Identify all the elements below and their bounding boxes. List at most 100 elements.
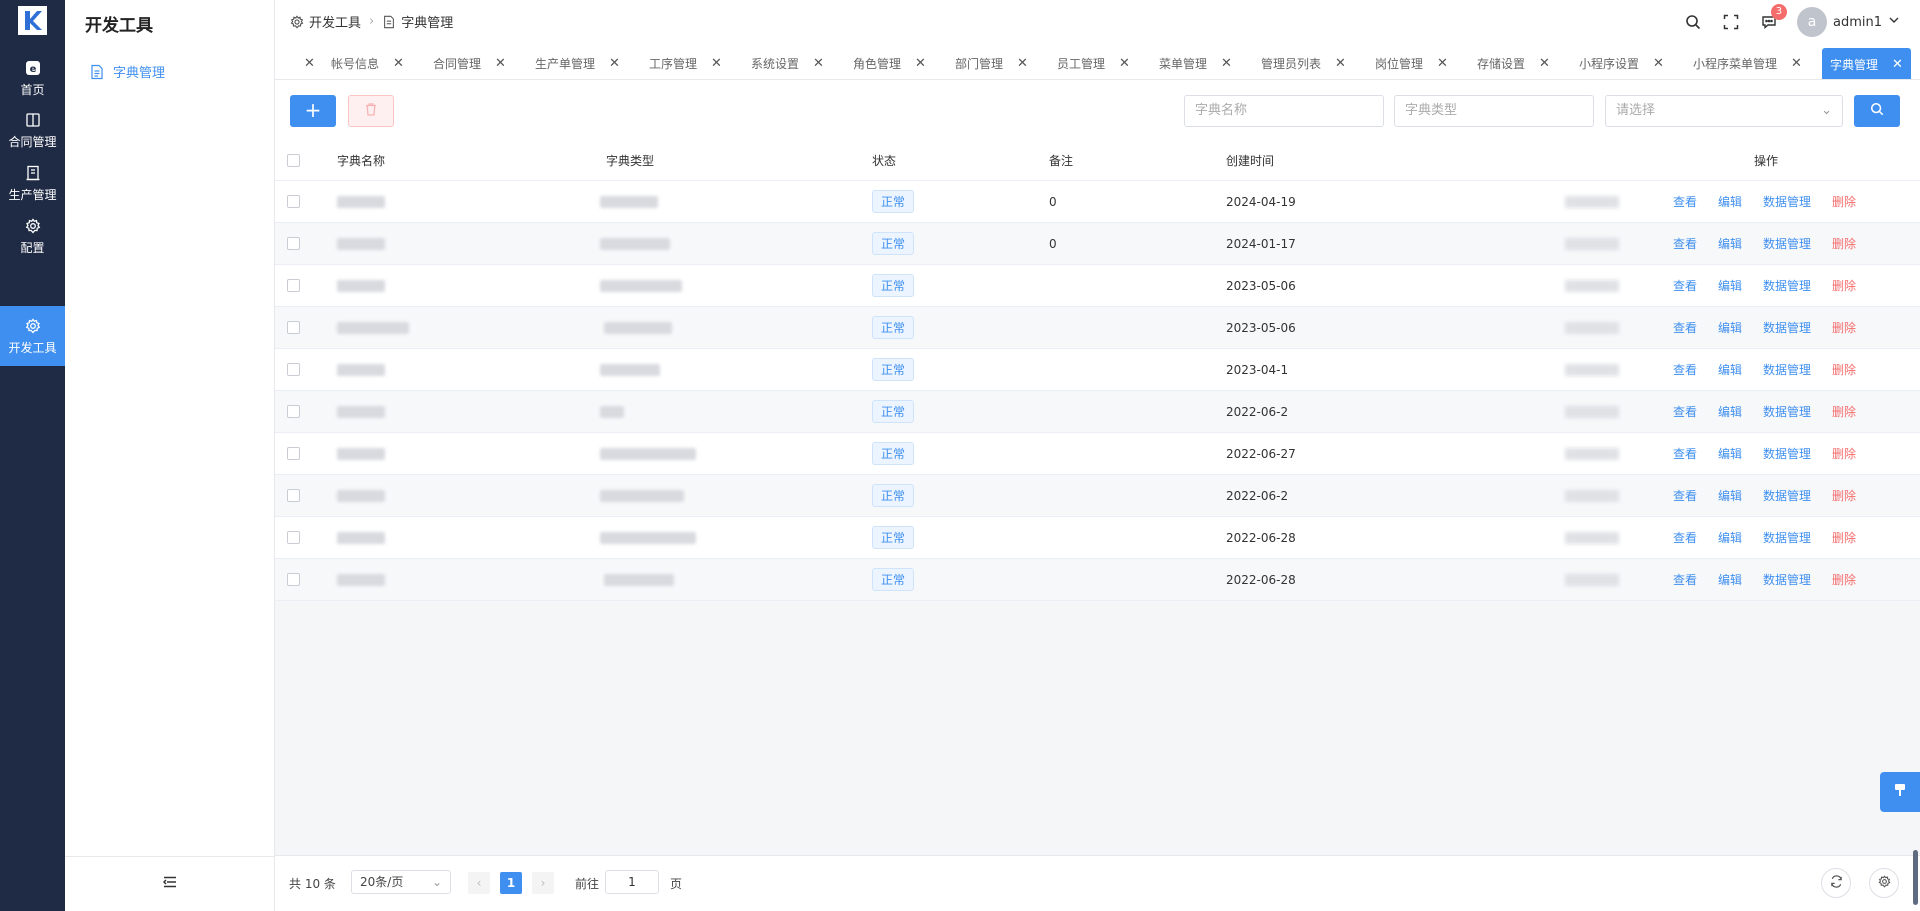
floating-tool-button[interactable] [1880,772,1920,812]
close-icon[interactable]: ✕ [495,56,506,71]
edit-link[interactable]: 编辑 [1718,487,1742,504]
close-icon[interactable]: ✕ [1791,56,1802,71]
search-button[interactable] [1854,95,1900,127]
fullscreen-icon[interactable] [1721,12,1741,32]
edit-link[interactable]: 编辑 [1718,529,1742,546]
row-checkbox[interactable] [287,363,300,376]
user-menu[interactable]: a admin1 [1796,7,1900,37]
delete-link[interactable]: 删除 [1832,403,1856,420]
page-number-current[interactable]: 1 [500,872,522,894]
tab-account[interactable]: 帐号信息 ✕ [331,50,404,76]
edit-link[interactable]: 编辑 [1718,403,1742,420]
delete-link[interactable]: 删除 [1832,445,1856,462]
delete-link[interactable]: 删除 [1832,529,1856,546]
rail-item-production[interactable]: 生产管理 [0,153,65,213]
view-link[interactable]: 查看 [1673,445,1697,462]
status-select[interactable]: 请选择 ⌄ [1605,95,1843,127]
delete-link[interactable]: 删除 [1832,235,1856,252]
breadcrumb-item[interactable]: 字典管理 [401,12,453,31]
close-icon[interactable]: ✕ [1221,56,1232,71]
tab-roles[interactable]: 角色管理 ✕ [853,50,926,76]
message-icon[interactable]: 3 [1759,4,1787,32]
collapse-sidebar-button[interactable] [65,856,274,911]
data-manage-link[interactable]: 数据管理 [1763,445,1811,462]
row-checkbox[interactable] [287,573,300,586]
edit-link[interactable]: 编辑 [1718,193,1742,210]
data-manage-link[interactable]: 数据管理 [1763,529,1811,546]
view-link[interactable]: 查看 [1673,361,1697,378]
delete-link[interactable]: 删除 [1832,361,1856,378]
next-page-button[interactable]: › [532,872,554,894]
select-all-checkbox[interactable] [287,153,300,167]
dict-type-input[interactable]: 字典类型 [1394,95,1594,127]
close-icon[interactable]: ✕ [1335,56,1346,71]
data-manage-link[interactable]: 数据管理 [1763,487,1811,504]
view-link[interactable]: 查看 [1673,529,1697,546]
edit-link[interactable]: 编辑 [1718,361,1742,378]
tab-production-orders[interactable]: 生产单管理 ✕ [535,50,620,76]
data-manage-link[interactable]: 数据管理 [1763,193,1811,210]
edit-link[interactable]: 编辑 [1718,571,1742,588]
data-manage-link[interactable]: 数据管理 [1763,361,1811,378]
close-icon[interactable]: ✕ [609,56,620,71]
tab-admins[interactable]: 管理员列表 ✕ [1261,50,1346,76]
goto-page-input[interactable]: 1 [605,870,659,894]
tab-miniapp-settings[interactable]: 小程序设置 ✕ [1579,50,1664,76]
tab-process[interactable]: 工序管理 ✕ [649,50,722,76]
view-link[interactable]: 查看 [1673,277,1697,294]
view-link[interactable]: 查看 [1673,487,1697,504]
data-manage-link[interactable]: 数据管理 [1763,571,1811,588]
rail-item-devtools[interactable]: 开发工具 [0,306,65,366]
search-icon[interactable] [1683,12,1703,32]
tab-dictionary[interactable]: 字典管理 ✕ [1822,48,1911,79]
tab-system-settings[interactable]: 系统设置 ✕ [751,50,824,76]
rail-item-contracts[interactable]: 合同管理 [0,100,65,160]
row-checkbox[interactable] [287,447,300,460]
row-checkbox[interactable] [287,405,300,418]
row-checkbox[interactable] [287,279,300,292]
dict-name-input[interactable]: 字典名称 [1184,95,1384,127]
page-size-select[interactable]: 20条/页 ⌄ [351,870,451,894]
tab-employees[interactable]: 员工管理 ✕ [1057,50,1130,76]
close-icon[interactable]: ✕ [290,50,315,76]
view-link[interactable]: 查看 [1673,571,1697,588]
sidebar-item-dictionary[interactable]: 字典管理 [89,62,165,81]
close-icon[interactable]: ✕ [393,56,404,71]
delete-link[interactable]: 删除 [1832,277,1856,294]
delete-button[interactable] [348,95,394,127]
refresh-button[interactable] [1821,868,1851,898]
row-checkbox[interactable] [287,195,300,208]
data-manage-link[interactable]: 数据管理 [1763,403,1811,420]
close-icon[interactable]: ✕ [711,56,722,71]
settings-button[interactable] [1869,868,1899,898]
row-checkbox[interactable] [287,489,300,502]
add-button[interactable]: + [290,95,336,127]
data-manage-link[interactable]: 数据管理 [1763,277,1811,294]
delete-link[interactable]: 删除 [1832,193,1856,210]
view-link[interactable]: 查看 [1673,235,1697,252]
close-icon[interactable]: ✕ [1437,56,1448,71]
app-logo[interactable] [18,6,47,35]
close-icon[interactable]: ✕ [813,56,824,71]
delete-link[interactable]: 删除 [1832,487,1856,504]
data-manage-link[interactable]: 数据管理 [1763,235,1811,252]
delete-link[interactable]: 删除 [1832,319,1856,336]
close-icon[interactable]: ✕ [1653,56,1664,71]
view-link[interactable]: 查看 [1673,403,1697,420]
tab-positions[interactable]: 岗位管理 ✕ [1375,50,1448,76]
close-icon[interactable]: ✕ [1539,56,1550,71]
view-link[interactable]: 查看 [1673,193,1697,210]
view-link[interactable]: 查看 [1673,319,1697,336]
tab-contracts[interactable]: 合同管理 ✕ [433,50,506,76]
data-manage-link[interactable]: 数据管理 [1763,319,1811,336]
tab-storage[interactable]: 存储设置 ✕ [1477,50,1550,76]
close-icon[interactable]: ✕ [1119,56,1130,71]
rail-item-config[interactable]: 配置 [0,206,65,266]
close-icon[interactable]: ✕ [1892,57,1903,72]
rail-item-home[interactable]: e 首页 [0,48,65,108]
tab-menus[interactable]: 菜单管理 ✕ [1159,50,1232,76]
row-checkbox[interactable] [287,321,300,334]
close-icon[interactable]: ✕ [1017,56,1028,71]
edit-link[interactable]: 编辑 [1718,445,1742,462]
prev-page-button[interactable]: ‹ [468,872,490,894]
